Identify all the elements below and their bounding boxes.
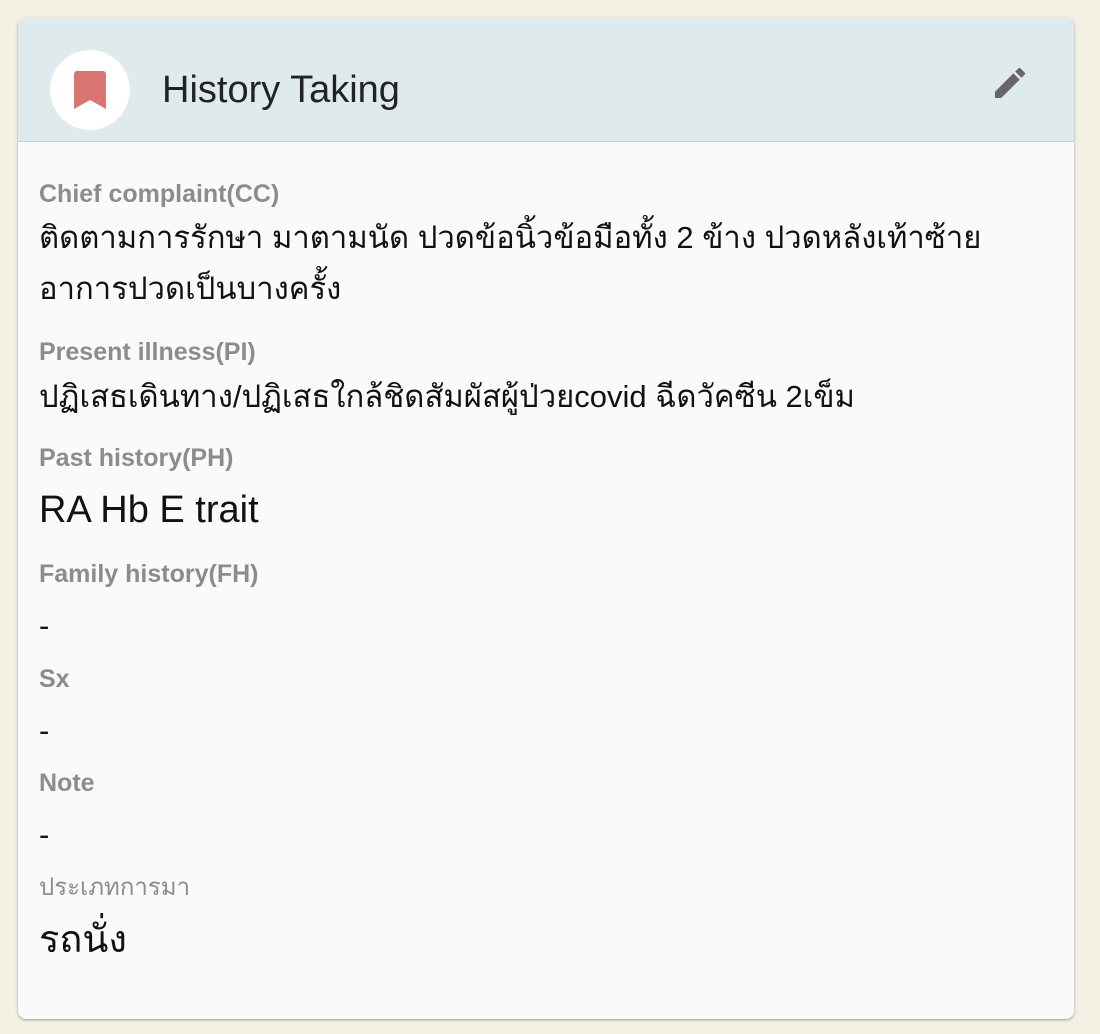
- family-history-value: -: [39, 608, 50, 643]
- chief-complaint-section: Chief complaint(CC) ติดตามการรักษา มาตาม…: [39, 178, 1049, 314]
- present-illness-label: Present illness(PI): [39, 338, 256, 366]
- present-illness-value: ปฏิเสธเดินทาง/ปฏิเสธใกล้ชิดสัมผัสผู้ป่วย…: [39, 379, 855, 414]
- present-illness-section: Present illness(PI) ปฏิเสธเดินทาง/ปฏิเสธ…: [39, 336, 1049, 422]
- past-history-label: Past history(PH): [39, 444, 234, 472]
- note-label: Note: [39, 769, 95, 797]
- bookmark-icon: [74, 71, 106, 109]
- visit-type-label: ประเภทการมา: [39, 874, 191, 901]
- chief-complaint-value: ติดตามการรักษา มาตามนัด ปวดข้อนิ้วข้อมือ…: [39, 220, 982, 306]
- card-header: History Taking: [18, 18, 1074, 142]
- visit-type-section: ประเภทการมา รถนั่ง: [39, 872, 1049, 966]
- edit-button[interactable]: [980, 54, 1038, 112]
- chief-complaint-label: Chief complaint(CC): [39, 180, 280, 208]
- note-section: Note -: [39, 767, 1049, 861]
- past-history-section: Past history(PH) RA Hb E trait: [39, 442, 1049, 536]
- avatar: [50, 50, 130, 130]
- sx-value: -: [39, 713, 50, 748]
- sx-section: Sx -: [39, 663, 1049, 757]
- sx-label: Sx: [39, 665, 70, 693]
- note-value: -: [39, 817, 50, 852]
- pencil-icon: [995, 67, 1026, 98]
- family-history-label: Family history(FH): [39, 560, 259, 588]
- visit-type-value: รถนั่ง: [39, 919, 127, 961]
- family-history-section: Family history(FH) -: [39, 558, 1049, 652]
- history-taking-card: History Taking Chief complaint(CC) ติดตา…: [18, 18, 1074, 1019]
- card-title: History Taking: [162, 69, 400, 111]
- past-history-value: RA Hb E trait: [39, 489, 259, 531]
